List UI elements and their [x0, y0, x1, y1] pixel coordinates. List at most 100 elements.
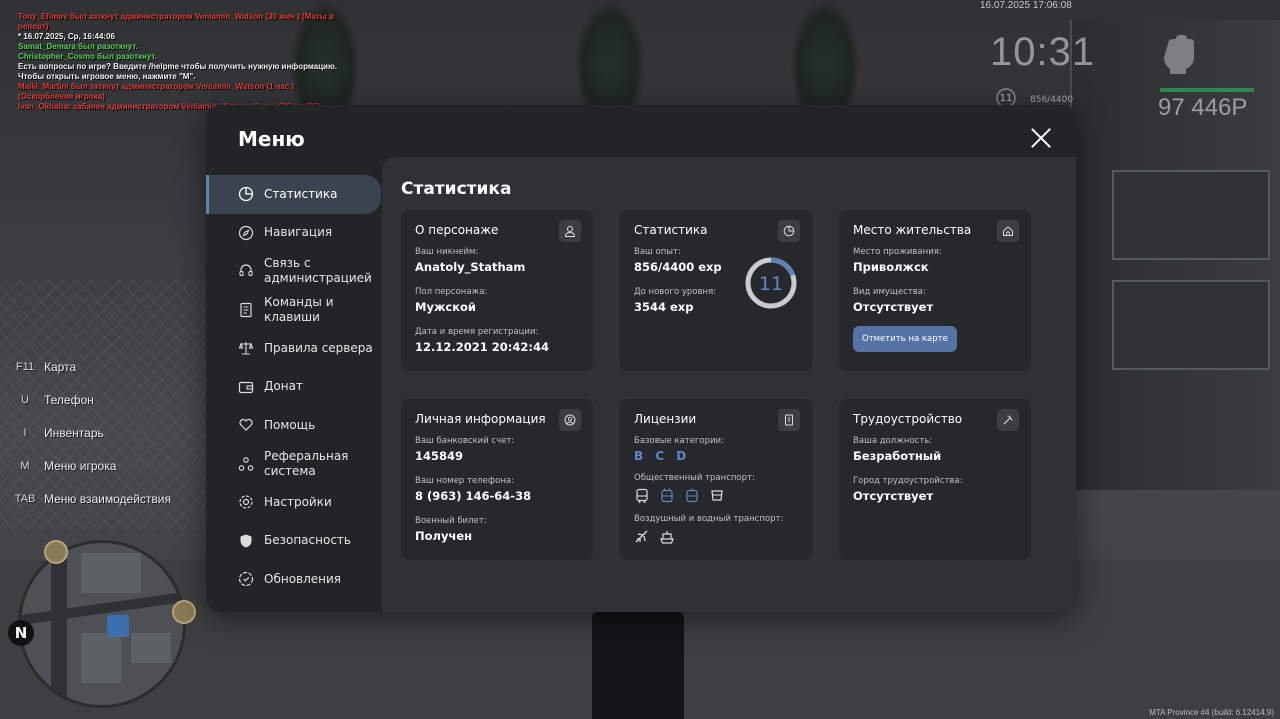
- bus-icon: [636, 488, 648, 503]
- card-title: Личная информация: [415, 412, 546, 426]
- phone-value: 8 (963) 146-64-38: [415, 489, 532, 503]
- chat-line: Есть вопросы по игре? Введите /helpme чт…: [18, 62, 338, 71]
- public-transport-icons: [634, 488, 798, 504]
- menu-title: Меню: [238, 127, 305, 151]
- compass-icon: [238, 225, 254, 240]
- field-label: Ваш банковский счет:: [415, 436, 515, 446]
- license-categories: B C D: [634, 449, 691, 463]
- nav-item-security[interactable]: Безопасность: [206, 522, 381, 561]
- field-label: Вид имущества:: [853, 287, 926, 297]
- card-personal-info: Личная информация Ваш банковский счет: 1…: [401, 399, 593, 560]
- chat-line: Maikl_Martini был заткнут администраторо…: [18, 82, 295, 101]
- nav-item-navigation[interactable]: Навигация: [206, 214, 381, 253]
- field-label: Ваша должность:: [853, 436, 933, 446]
- map-block: [131, 633, 171, 663]
- nav-label: Связь с администрацией: [264, 256, 372, 286]
- health-bar: [1160, 88, 1254, 92]
- military-id-value: Получен: [415, 529, 473, 543]
- close-button[interactable]: [1030, 127, 1052, 149]
- ship-icon: [660, 531, 674, 544]
- nav-item-rules[interactable]: Правила сервера: [206, 329, 381, 368]
- level-progress-ring: 11: [745, 257, 797, 309]
- player-character: [592, 612, 684, 719]
- air-water-transport-icons: [634, 529, 798, 545]
- hint-player-menu: M Меню игрока: [12, 449, 212, 482]
- build-info: MTA Province #4 (build: 6.12414.9): [1149, 708, 1274, 717]
- nav-item-referral[interactable]: Реферальная система: [206, 445, 381, 484]
- nav-item-help[interactable]: Помощь: [206, 406, 381, 445]
- card-residence: Место жительства Место проживания: Приво…: [839, 210, 1031, 371]
- hud-clock: 10:31: [990, 30, 1096, 74]
- hint-key: M: [20, 459, 30, 472]
- field-label: Ваш никнейм:: [415, 247, 479, 257]
- field-label: Воздушный и водный транспорт:: [634, 514, 784, 524]
- nav-label: Настройки: [264, 494, 332, 509]
- menu-sidebar: Статистика Навигация Связь с администрац…: [206, 175, 381, 599]
- nav-label: Обновления: [264, 571, 342, 586]
- game-menu-window: Меню Статистика Навигация Связь с админи…: [206, 105, 1076, 612]
- nav-label: Правила сервера: [264, 340, 373, 355]
- tree: [575, 0, 645, 110]
- nav-label: Статистика: [264, 186, 338, 201]
- hint-phone: U Телефон: [12, 383, 212, 416]
- chat-line: Чтобы открыть игровое меню, нажмите "M".: [18, 72, 196, 81]
- user-circle-icon: [559, 409, 581, 431]
- referral-icon: [238, 456, 254, 471]
- content-title: Статистика: [401, 179, 512, 199]
- license-icon: [778, 409, 800, 431]
- nav-label: Навигация: [264, 225, 333, 240]
- minimap: [18, 540, 186, 708]
- hint-key: TAB: [14, 492, 36, 505]
- gear-icon: [239, 495, 253, 509]
- document-icon: [240, 302, 252, 317]
- field-label: Военный билет:: [415, 516, 487, 526]
- map-blip-icon: [172, 600, 196, 624]
- nav-item-admin-contact[interactable]: Связь с администрацией: [206, 252, 381, 291]
- nav-label: Помощь: [264, 417, 316, 432]
- map-block: [81, 553, 141, 593]
- nav-item-donate[interactable]: Донат: [206, 368, 381, 407]
- map-road: [51, 543, 67, 705]
- nav-item-settings[interactable]: Настройки: [206, 483, 381, 522]
- hint-key: F11: [15, 360, 35, 373]
- hint-label: Инвентарь: [44, 425, 104, 440]
- scales-icon: [238, 342, 254, 355]
- field-label: Место проживания:: [853, 247, 942, 257]
- bank-account-value: 145849: [415, 449, 464, 463]
- content-panel: Статистика О персонаже Ваш никнейм: Anat…: [382, 157, 1076, 612]
- hint-label: Карта: [44, 359, 77, 374]
- hint-label: Телефон: [44, 392, 94, 407]
- tree: [790, 0, 860, 110]
- position-value: Безработный: [853, 449, 942, 463]
- card-title: Лицензии: [634, 412, 697, 426]
- nav-item-updates[interactable]: Обновления: [206, 560, 381, 599]
- nickname-value: Anatoly_Statham: [415, 260, 526, 274]
- nav-label: Донат: [264, 379, 303, 394]
- registration-value: 12.12.2021 20:42:44: [415, 340, 549, 354]
- hint-label: Меню игрока: [44, 458, 117, 473]
- key-hints: F11 Карта U Телефон I Инвентарь M Меню игрок…: [12, 350, 212, 515]
- fist-icon: [1164, 35, 1194, 74]
- field-label: Ваш номер телефона:: [415, 476, 514, 486]
- field-label: Пол персонажа:: [415, 287, 488, 297]
- chat-line: * 16.07.2025, Ср, 16:44:06: [18, 32, 115, 41]
- headset-icon: [239, 264, 253, 277]
- pie-chart-icon: [238, 187, 254, 202]
- card-title: Статистика: [634, 223, 708, 237]
- building-window: [1112, 170, 1270, 260]
- chat-line: Christopher_Cosmo был разоткнут.: [18, 52, 157, 61]
- hint-inventory: I Инвентарь: [12, 416, 212, 449]
- pie-chart-icon: [778, 220, 800, 242]
- plane-icon: [635, 530, 648, 543]
- nav-item-statistics[interactable]: Статистика: [206, 175, 381, 214]
- field-label: Город трудоустройства:: [853, 476, 963, 486]
- map-block: [81, 633, 121, 683]
- property-value: Отсутствует: [853, 300, 934, 314]
- mark-on-map-button[interactable]: Отметить на карте: [853, 326, 957, 352]
- nav-item-commands[interactable]: Команды и клавиши: [206, 291, 381, 330]
- card-statistics: Статистика Ваш опыт: 856/4400 exp До нов…: [620, 210, 812, 371]
- pickaxe-icon: [997, 409, 1019, 431]
- chat-line: Tony_Efimov был заткнут администратором …: [18, 12, 334, 31]
- field-label: Дата и время регистрации:: [415, 327, 539, 337]
- nav-label: Реферальная система: [264, 448, 349, 478]
